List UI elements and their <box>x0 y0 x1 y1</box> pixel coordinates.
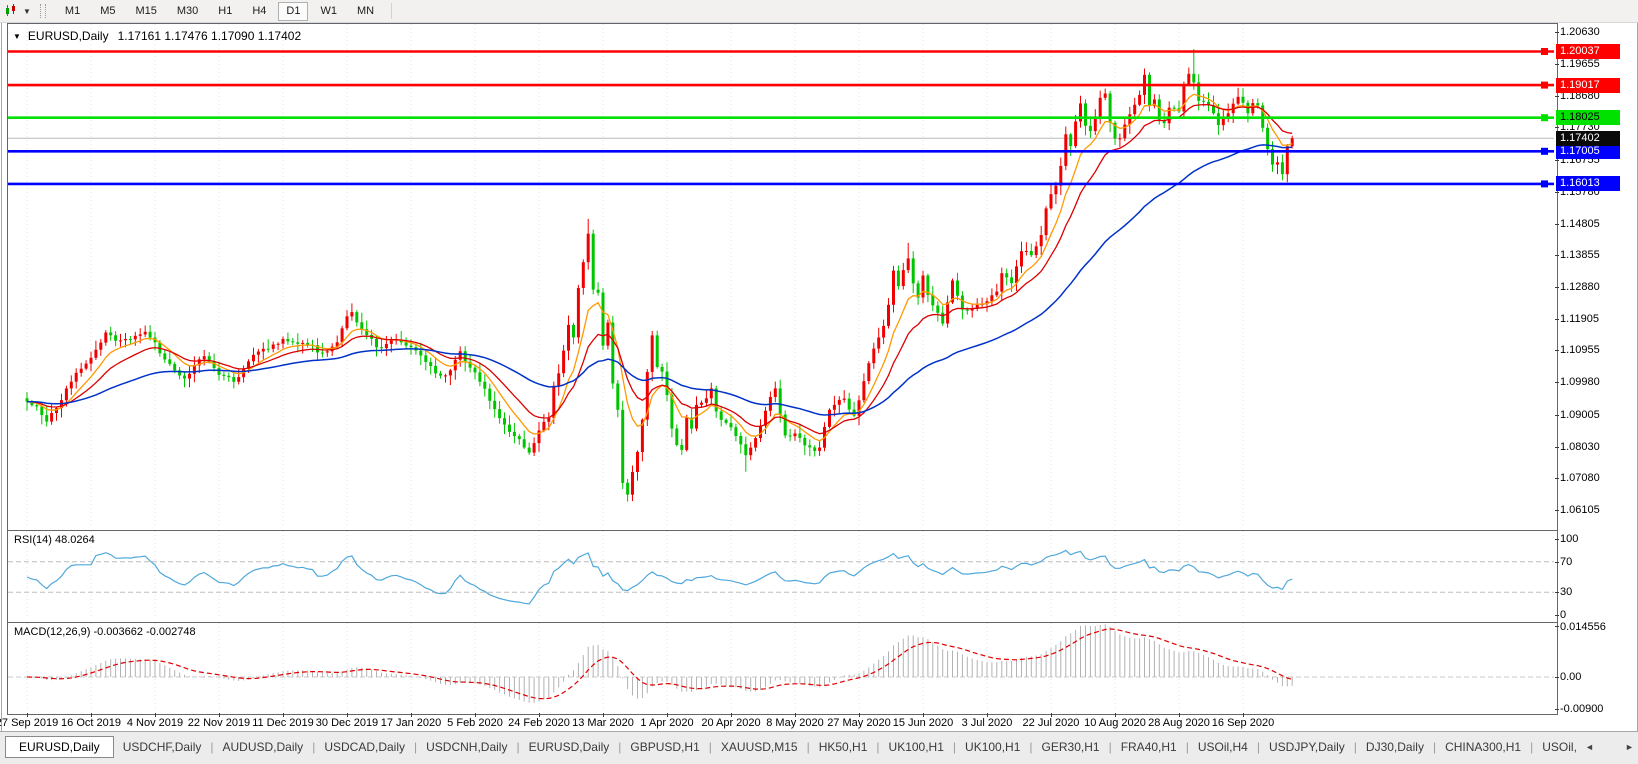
timeframe-buttons: M1 M5 M15 M30 H1 H4 D1 W1 MN <box>55 1 384 21</box>
chart-tab-uk100-h1[interactable]: UK100,H1 <box>956 738 1029 756</box>
chart-tabs: EURUSD,Daily USDCHF,Daily | AUDUSD,Daily | US… <box>5 735 1577 759</box>
timeframe-button-m30[interactable]: M30 <box>169 2 206 21</box>
timeframe-button-mn[interactable]: MN <box>349 2 382 21</box>
moving-average-line <box>26 144 1293 416</box>
chart-tab-uk100-h1[interactable]: UK100,H1 <box>880 738 953 756</box>
rsi-line <box>26 549 1293 605</box>
collapse-triangle-icon[interactable]: ▼ <box>13 32 21 41</box>
toolbar-separator <box>391 3 393 19</box>
timeframe-button-w1[interactable]: W1 <box>312 2 345 21</box>
timeframe-button-m15[interactable]: M15 <box>127 2 164 21</box>
macd-indicator-label: MACD(12,26,9) -0.003662 -0.002748 <box>14 626 196 638</box>
timeframe-button-m1[interactable]: M1 <box>57 2 88 21</box>
moving-average-line <box>26 93 1293 442</box>
chart-tab-fra40-h1[interactable]: FRA40,H1 <box>1112 738 1186 756</box>
timeframe-button-h4[interactable]: H4 <box>244 2 274 21</box>
chart-tab-usdchf-daily[interactable]: USDCHF,Daily <box>114 738 211 756</box>
chart-tab-ger30-h1[interactable]: GER30,H1 <box>1033 738 1109 756</box>
chart-tab-bar: EURUSD,Daily USDCHF,Daily | AUDUSD,Daily | US… <box>0 731 1638 764</box>
price-level-handle[interactable] <box>1541 114 1548 122</box>
chart-type-dropdown-icon[interactable]: ▼ <box>23 7 31 16</box>
chart-tab-gbpusd-h1[interactable]: GBPUSD,H1 <box>621 738 708 756</box>
chart-tab-xauusd-m15[interactable]: XAUUSD,M15 <box>712 738 807 756</box>
macd-canvas[interactable] <box>8 623 1555 711</box>
timeframe-button-h1[interactable]: H1 <box>210 2 240 21</box>
chart-title: ▼ EURUSD,Daily 1.17161 1.17476 1.17090 1.1… <box>13 29 301 43</box>
chart-tab-eurusd-daily[interactable]: EURUSD,Daily <box>520 738 619 756</box>
chart-tab-usoil-h[interactable]: USOil,H <box>1533 738 1577 756</box>
top-toolbar: ▼ M1 M5 M15 M30 H1 H4 D1 W1 MN <box>0 0 1638 23</box>
chart-tab-usdjpy-daily[interactable]: USDJPY,Daily <box>1260 738 1354 756</box>
chart-tab-dj30-daily[interactable]: DJ30,Daily <box>1357 738 1433 756</box>
price-level-handle[interactable] <box>1541 81 1548 89</box>
chart-symbol-period: EURUSD,Daily <box>27 29 109 43</box>
tab-scroll-right-icon[interactable]: ► <box>1625 742 1634 752</box>
chart-tab-usdcnh-daily[interactable]: USDCNH,Daily <box>417 738 516 756</box>
chart-ohlc-readout: 1.17161 1.17476 1.17090 1.17402 <box>117 29 302 43</box>
chart-tab-audusd-daily[interactable]: AUDUSD,Daily <box>214 738 313 756</box>
price-chart-canvas[interactable] <box>8 24 1555 528</box>
chart-tab-usdcad-daily[interactable]: USDCAD,Daily <box>315 738 414 756</box>
chart-tab-eurusd-daily[interactable]: EURUSD,Daily <box>5 736 114 758</box>
chart-tab-usoil-h4[interactable]: USOil,H4 <box>1189 738 1257 756</box>
timeframe-button-d1[interactable]: D1 <box>278 1 309 21</box>
price-level-handle[interactable] <box>1541 147 1548 155</box>
price-level-handle[interactable] <box>1541 48 1548 55</box>
candlestick-chart-icon[interactable] <box>4 3 22 19</box>
price-level-handle[interactable] <box>1541 180 1548 188</box>
macd-signal-line <box>26 628 1293 700</box>
rsi-canvas[interactable] <box>8 531 1555 620</box>
timeframe-button-m5[interactable]: M5 <box>92 2 123 21</box>
tab-scroll-left-icon[interactable]: ◄ <box>1585 742 1594 752</box>
rsi-indicator-label: RSI(14) 48.0264 <box>14 534 95 546</box>
moving-average-line <box>26 103 1293 435</box>
chart-tab-hk50-h1[interactable]: HK50,H1 <box>810 738 877 756</box>
toolbar-grip[interactable] <box>39 4 46 18</box>
chart-tab-china300-h1[interactable]: CHINA300,H1 <box>1436 738 1530 756</box>
